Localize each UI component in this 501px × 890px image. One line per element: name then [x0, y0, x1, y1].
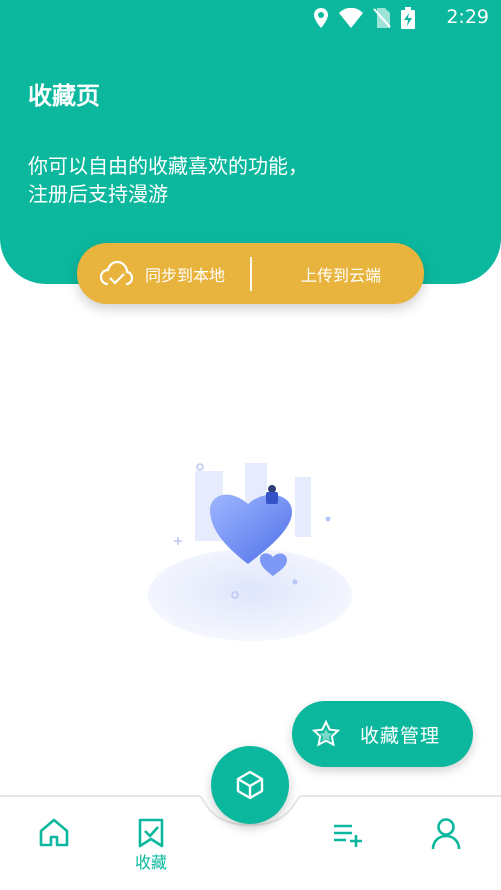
- no-sim-icon: [373, 8, 391, 28]
- page-title: 收藏页: [28, 82, 100, 110]
- star-icon: [312, 720, 340, 747]
- sync-divider: [250, 257, 252, 291]
- center-action-button[interactable]: [211, 746, 289, 824]
- tab-profile[interactable]: [430, 817, 462, 851]
- tab-home[interactable]: [38, 817, 70, 849]
- location-icon: [314, 8, 328, 28]
- bookmark-check-icon: [138, 818, 164, 848]
- status-icons: [313, 7, 415, 29]
- tab-favorites-label: 收藏: [135, 853, 168, 872]
- favorites-manage-button[interactable]: 收藏管理: [292, 701, 473, 767]
- tab-playlist[interactable]: [332, 817, 364, 849]
- empty-favorites-illustration: [148, 463, 352, 641]
- playlist-add-icon: [334, 824, 362, 847]
- sync-bar: 同步到本地 上传到云端: [77, 243, 424, 304]
- favorites-manage-label: 收藏管理: [360, 724, 441, 747]
- upload-cloud-label: 上传到云端: [301, 265, 382, 285]
- sync-local-label: 同步到本地: [145, 265, 226, 285]
- upload-cloud-button[interactable]: 上传到云端: [301, 243, 381, 304]
- home-icon: [39, 818, 69, 847]
- wifi-icon: [339, 8, 363, 28]
- cloud-check-icon: [99, 260, 133, 285]
- page-subtitle: 你可以自由的收藏喜欢的功能，注册后支持漫游: [28, 154, 308, 206]
- status-bar: 2:29: [0, 0, 501, 34]
- tab-favorites[interactable]: 收藏: [135, 817, 167, 873]
- header: 2:29 收藏页 你可以自由的收藏喜欢的功能，注册后支持漫游: [0, 0, 501, 284]
- user-icon: [431, 818, 461, 850]
- sync-local-button[interactable]: 同步到本地: [99, 243, 225, 304]
- cube-icon: [236, 770, 264, 800]
- status-time: 2:29: [446, 6, 489, 28]
- battery-charging-icon: [401, 7, 415, 29]
